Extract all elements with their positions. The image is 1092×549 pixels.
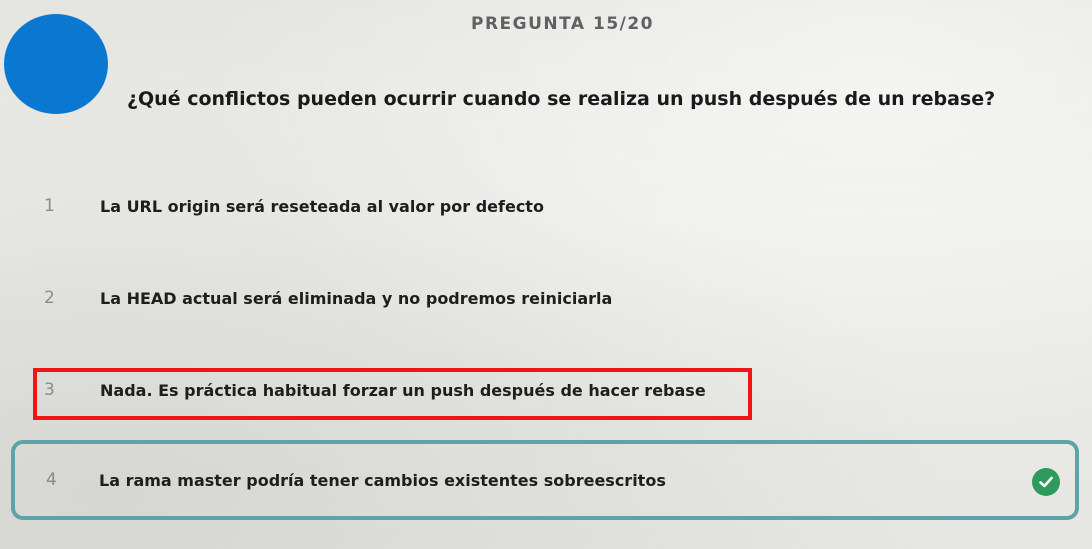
option-text: La URL origin será reseteada al valor po… [100,196,544,216]
answer-option-3[interactable]: 3 Nada. Es práctica habitual forzar un p… [14,370,1080,410]
question-text: ¿Qué conflictos pueden ocurrir cuando se… [127,88,996,110]
question-counter: PREGUNTA 15/20 [470,14,655,34]
option-number: 3 [44,380,55,400]
option-text: La HEAD actual será eliminada y no podre… [100,288,613,308]
answer-option-4-selected[interactable]: 4 La rama master podría tener cambios ex… [11,440,1079,520]
option-number: 4 [46,470,57,490]
checkmark-icon [1039,476,1053,488]
option-number: 2 [44,288,55,308]
check-circle-icon [1032,468,1060,496]
option-text: La rama master podría tener cambios exis… [99,470,666,490]
option-text: Nada. Es práctica habitual forzar un pus… [100,380,706,400]
answer-option-2[interactable]: 2 La HEAD actual será eliminada y no pod… [14,278,1080,318]
option-number: 1 [44,196,55,216]
answer-option-1[interactable]: 1 La URL origin será reseteada al valor … [14,186,1080,226]
